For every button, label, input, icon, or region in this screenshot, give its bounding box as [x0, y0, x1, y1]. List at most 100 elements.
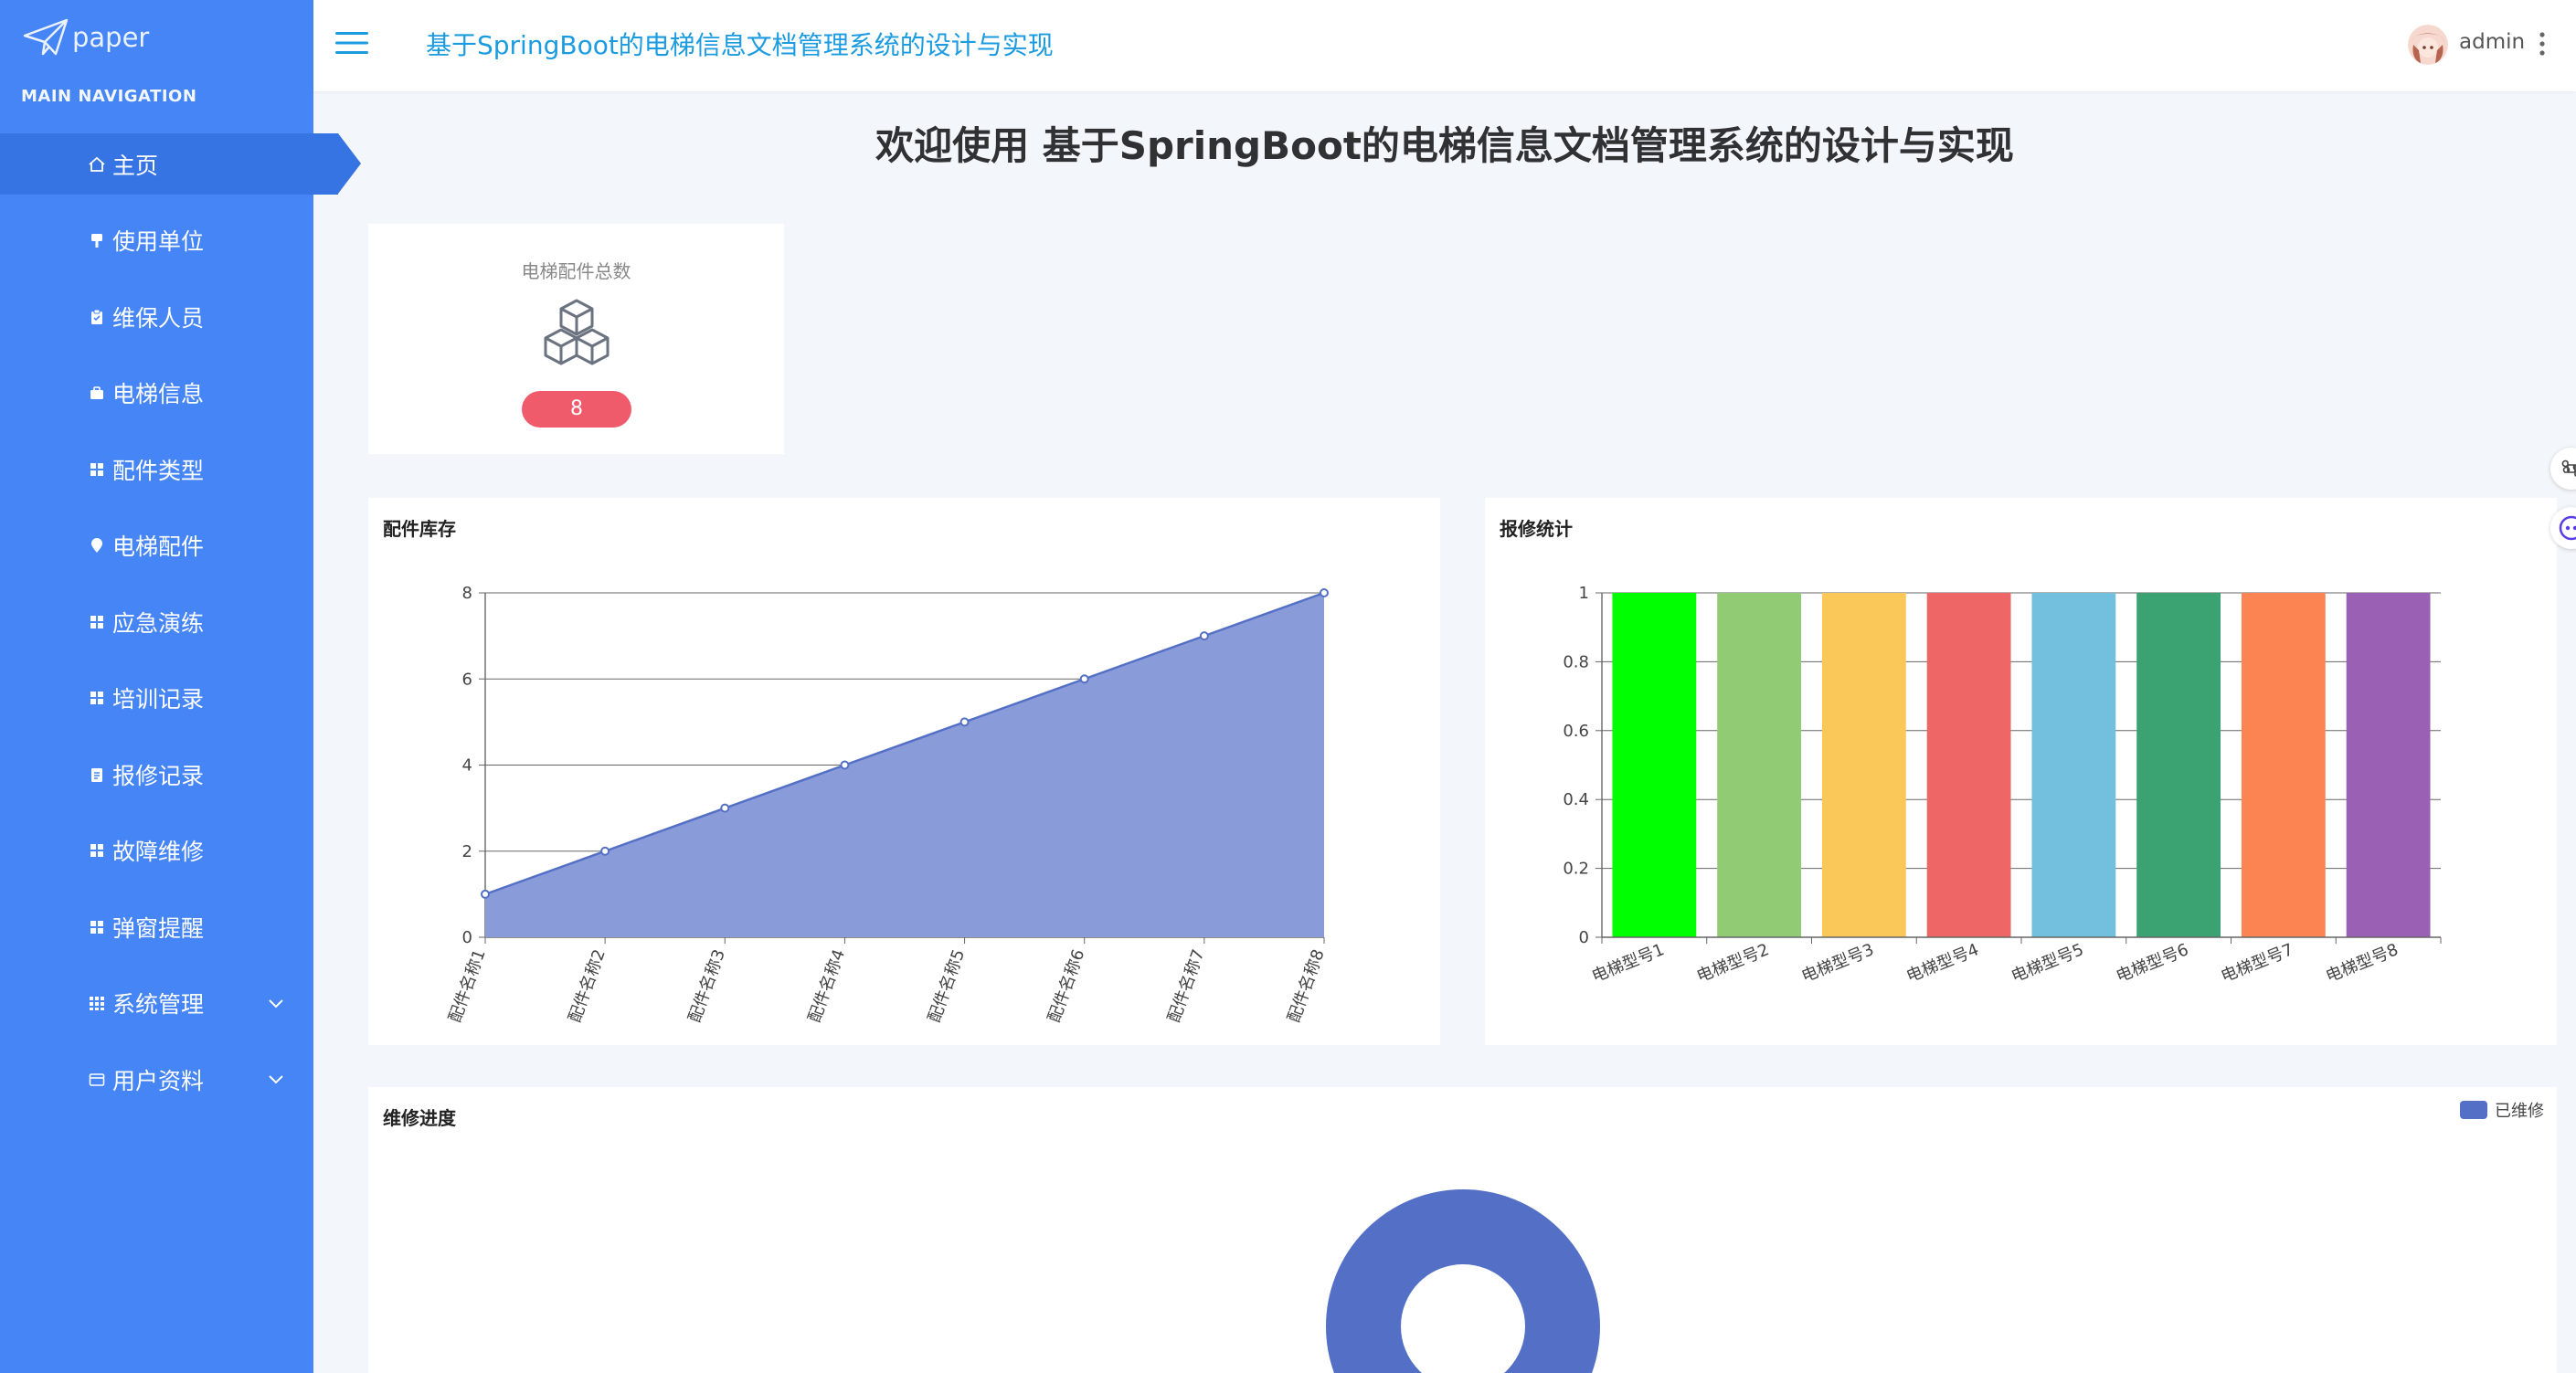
sidebar-item-maintenance-staff[interactable]: 维保人员 [0, 286, 313, 347]
data-point [481, 889, 490, 899]
data-point [1199, 631, 1209, 641]
y-tick-label: 0 [1579, 928, 1589, 947]
x-tick-label: 电梯型号1 [1589, 940, 1667, 987]
grid-icon [85, 839, 109, 862]
top-header: 基于SpringBoot的电梯信息文档管理系统的设计与实现 admin [313, 0, 2576, 91]
stat-label: 电梯配件总数 [521, 260, 631, 282]
x-tick-label: 电梯型号6 [2114, 940, 2191, 987]
sidebar-item-popup-reminder[interactable]: 弹窗提醒 [0, 896, 313, 957]
x-tick-label: 配件名称5 [925, 947, 969, 1026]
sidebar-item-part-type[interactable]: 配件类型 [0, 438, 313, 500]
chevron-down-icon[interactable] [266, 1069, 286, 1089]
sidebar-item-fault-repair[interactable]: 故障维修 [0, 820, 313, 882]
floating-tool-button[interactable] [2550, 448, 2576, 490]
y-tick-label: 0.8 [1563, 652, 1589, 671]
sidebar-item-label: 故障维修 [112, 839, 205, 865]
x-tick-label: 配件名称3 [685, 947, 729, 1026]
sidebar-item-home[interactable]: 主页 [0, 133, 361, 195]
data-point [1320, 588, 1329, 597]
sidebar-item-label: 弹窗提醒 [112, 914, 205, 942]
sidebar-item-emergency-drill[interactable]: 应急演练 [0, 591, 313, 652]
bar [1926, 593, 2011, 937]
sidebar-item-label: 电梯信息 [112, 381, 205, 407]
chevron-down-icon[interactable] [266, 993, 286, 1013]
data-point [720, 803, 730, 813]
clipboard-icon [85, 305, 109, 329]
sidebar-item-label: 应急演练 [112, 609, 205, 637]
more-vertical-icon[interactable] [2536, 29, 2549, 58]
home-icon [85, 153, 109, 176]
chart-card-parts-inventory: 配件库存 0 2 4 6 8 配件名称1 配件名称2 配件名称3 配件名称4 配件名称5 配件名称6… [368, 498, 1440, 1045]
username[interactable]: admin [2459, 30, 2525, 54]
sidebar-item-label: 主页 [112, 152, 159, 179]
data-point [959, 717, 970, 727]
data-point [600, 846, 610, 856]
sidebar-item-label: 使用单位 [112, 228, 205, 255]
briefcase-icon [85, 381, 109, 405]
x-tick-label: 配件名称6 [1044, 947, 1088, 1026]
card-icon [85, 1068, 109, 1092]
sidebar-item-elevator-parts[interactable]: 电梯配件 [0, 515, 313, 576]
bar [2241, 593, 2326, 937]
y-tick-label: 6 [462, 670, 472, 689]
sidebar-nav: 主页 使用单位 维保人员 电梯信息 配件类型 电梯配件 应急演练 培训记录 报修… [0, 133, 361, 1125]
sidebar-item-user-profile[interactable]: 用户资料 [0, 1049, 313, 1110]
bar [1717, 593, 1802, 937]
x-tick-label: 电梯型号7 [2219, 940, 2296, 987]
x-tick-label: 配件名称7 [1164, 947, 1208, 1026]
map-pin-icon [85, 533, 109, 557]
sidebar-item-label: 培训记录 [112, 686, 205, 713]
hamburger-menu-icon[interactable] [334, 27, 370, 58]
grid-icon [85, 610, 109, 634]
y-tick-label: 8 [462, 584, 472, 603]
donut-chart [1326, 1189, 1600, 1373]
paper-plane-icon [23, 18, 69, 56]
x-tick-label: 配件名称8 [1284, 947, 1328, 1026]
y-tick-label: 0.2 [1563, 860, 1589, 879]
y-tick-label: 0.4 [1563, 790, 1589, 809]
chart-card-repair-progress: 维修进度 已维修 [368, 1087, 2557, 1373]
stat-card-parts-total: 电梯配件总数 8 [368, 224, 784, 454]
sidebar: paper MAIN NAVIGATION 主页 使用单位 维保人员 电梯信息 [0, 0, 361, 1373]
sidebar-item-usage-unit[interactable]: 使用单位 [0, 210, 313, 271]
avatar[interactable] [2408, 25, 2448, 65]
x-tick-label: 电梯型号5 [2009, 940, 2086, 987]
sidebar-item-elevator-info[interactable]: 电梯信息 [0, 363, 313, 424]
pie-slice [1326, 1189, 1600, 1373]
sidebar-item-label: 系统管理 [112, 991, 205, 1018]
stat-count-badge: 8 [522, 391, 631, 428]
document-icon [85, 763, 109, 787]
sidebar-item-label: 用户资料 [112, 1067, 205, 1094]
data-point [1079, 674, 1089, 684]
data-point [840, 760, 850, 770]
sidebar-item-system-management[interactable]: 系统管理 [0, 973, 313, 1034]
assistant-icon [2559, 515, 2576, 541]
sidebar-item-label: 电梯配件 [112, 533, 205, 560]
sidebar-item-repair-records[interactable]: 报修记录 [0, 744, 313, 805]
bar [2031, 593, 2116, 937]
y-tick-label: 2 [462, 842, 472, 861]
bar [1612, 593, 1697, 937]
cubes-icon [544, 299, 610, 365]
header-title: 基于SpringBoot的电梯信息文档管理系统的设计与实现 [426, 30, 1054, 60]
x-tick-label: 配件名称2 [566, 947, 610, 1026]
grid-icon [85, 458, 109, 481]
grid-icon [85, 991, 109, 1015]
x-tick-label: 电梯型号8 [2323, 940, 2401, 987]
page-title: 欢迎使用 基于SpringBoot的电梯信息文档管理系统的设计与实现 [875, 123, 2014, 168]
sidebar-item-label: 配件类型 [112, 457, 205, 484]
line-chart: 0 2 4 6 8 配件名称1 配件名称2 配件名称3 配件名称4 配件名称5 配件名称6 配件名称7… [445, 584, 1329, 1026]
command-icon [2561, 459, 2576, 477]
grid-icon [85, 686, 109, 710]
bar [2136, 593, 2221, 937]
x-tick-label: 电梯型号3 [1799, 940, 1877, 987]
sidebar-item-label: 维保人员 [112, 304, 205, 332]
sidebar-item-training-records[interactable]: 培训记录 [0, 668, 313, 729]
logo-text: paper [72, 22, 150, 53]
flag-icon [85, 228, 109, 252]
y-tick-label: 0 [462, 928, 472, 947]
y-tick-label: 4 [462, 756, 472, 776]
bar [2346, 593, 2431, 937]
bar [1821, 593, 1906, 937]
logo[interactable]: paper [23, 15, 149, 60]
